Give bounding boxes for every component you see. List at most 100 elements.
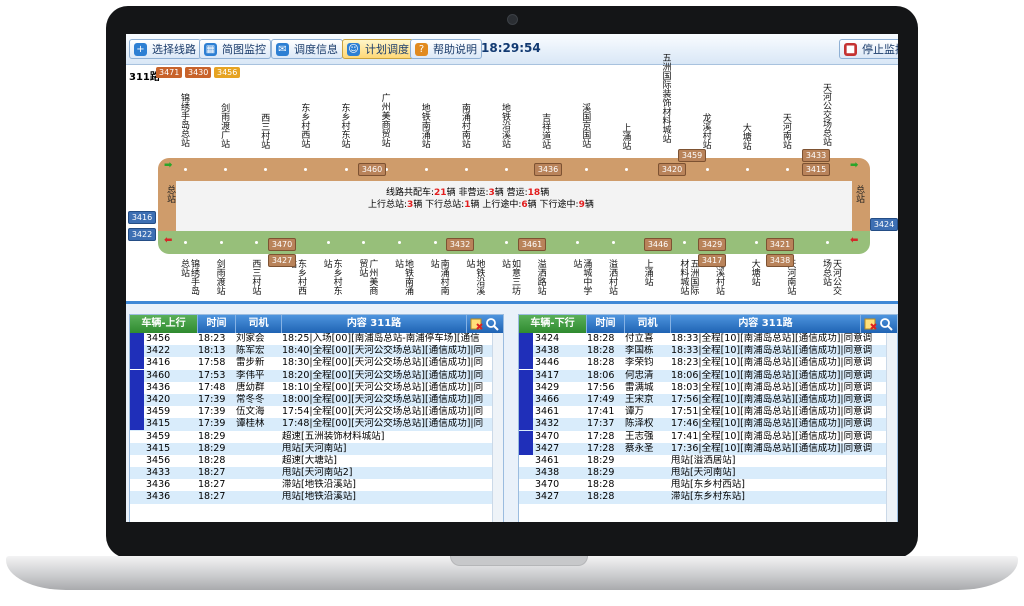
station-label[interactable]: 上涌站 (620, 123, 630, 150)
table-row[interactable]: 3461 18:29 甩站[溢洒居站] (519, 455, 887, 467)
bus-marker[interactable]: 3460 (358, 163, 386, 176)
bus-marker-terminal[interactable]: 3424 (870, 218, 898, 231)
station-label[interactable]: 地铁沿溪站 (464, 259, 484, 301)
bus-marker[interactable]: 3429 (698, 238, 726, 251)
table-row[interactable]: 3470 17:28 王志强 17:41|全程[10][南浦岛总站][通信成功]|同意… (519, 430, 887, 443)
stop-monitor-button[interactable]: ■ 停止监控 (839, 39, 898, 59)
col-bus[interactable]: 车辆-上行 (130, 315, 198, 333)
station-label[interactable]: 地铁沿溪站 (500, 103, 510, 148)
station-label[interactable]: 大塘站 (750, 259, 760, 286)
bus-marker[interactable]: 3470 (268, 238, 296, 251)
bus-marker[interactable]: 3438 (766, 254, 794, 267)
table-row[interactable]: 3433 18:27 甩站[天河南站2] (130, 467, 493, 480)
downline-scrollbar[interactable] (886, 333, 897, 522)
table-row[interactable]: 3417 18:06 何忠清 18:06|全程[10][南浦岛总站][通信成功]|同意… (519, 369, 887, 382)
bus-marker[interactable]: 3459 (678, 149, 706, 162)
table-row[interactable]: 3456 18:28 超速[大塘站] (130, 455, 493, 467)
station-label[interactable]: 溪国京国站 (580, 103, 590, 148)
bus-marker[interactable]: 3461 (518, 238, 546, 251)
plan-dispatch-button[interactable]: ☺ 计划调度 (342, 39, 414, 59)
table-row[interactable]: 3420 17:39 常冬冬 18:00|全程[00][天河公交场总站][通信成功]|… (130, 393, 493, 407)
station-label[interactable]: 广州美商贸站 (357, 259, 377, 301)
station-label[interactable]: 大塘站 (741, 123, 751, 150)
bus-marker[interactable]: 3433 (802, 149, 830, 162)
table-row[interactable]: 3432 17:37 陈泽权 17:46|全程[10][南浦岛总站][通信成功]|同意… (519, 418, 887, 431)
table-row[interactable]: 3470 18:28 甩站[东乡村西站] (519, 479, 887, 491)
station-label[interactable]: 东乡村西站 (299, 103, 309, 148)
upline-scrollbar[interactable] (492, 333, 503, 522)
bus-marker[interactable]: 3415 (802, 163, 830, 176)
station-label[interactable]: 锦绣手岛总站 (179, 93, 189, 147)
bus-marker[interactable]: 3427 (268, 254, 296, 267)
col-driver-down[interactable]: 司机 (625, 315, 671, 333)
station-label[interactable]: 龙溪村站 (701, 113, 711, 149)
legend-chip[interactable]: 3471 (156, 67, 183, 78)
station-label[interactable]: 南涌村南站 (429, 259, 449, 301)
station-label[interactable]: 天河公交场总站 (821, 83, 831, 146)
station-label[interactable]: 锦绣手岛总站 (179, 259, 199, 301)
table-row[interactable]: 3429 17:56 雷满城 18:03|全程[10][南浦岛总站][通信成功]|同意… (519, 381, 887, 394)
station-label[interactable]: 吉祥道站 (540, 113, 550, 149)
station-label[interactable]: 广州美商贸站 (380, 93, 390, 147)
bus-marker[interactable]: 3446 (644, 238, 672, 251)
table-row[interactable]: 3459 17:39 伍文海 17:54|全程[00][天河公交场总站][通信成功]|… (130, 406, 493, 419)
station-label[interactable]: 剑雨渡站 (215, 259, 225, 295)
station-label[interactable]: 南涌村南站 (460, 103, 470, 148)
table-row[interactable]: 3415 18:29 甩站[天河南站] (130, 442, 493, 455)
table-row[interactable]: 3415 17:39 谭桂林 17:48|全程[00][天河公交场总站][通信成功]|… (130, 418, 493, 431)
station-label[interactable]: 天河南站 (781, 113, 791, 149)
table-row[interactable]: 3424 18:28 付立喜 18:33|全程[10][南浦岛总站][通信成功]|同意… (519, 333, 887, 345)
col-time[interactable]: 时间 (198, 315, 236, 333)
table-row[interactable]: 3436 17:48 唐幼群 18:10|全程[00][天河公交场总站][通信成功]|… (130, 381, 493, 394)
station-label[interactable]: 溢洒路站 (536, 259, 546, 295)
col-content[interactable]: 内容 311路 (282, 315, 467, 333)
bus-marker[interactable]: 3436 (534, 163, 562, 176)
legend-chip[interactable]: 3456 (214, 67, 241, 78)
splitter-bar[interactable] (126, 301, 898, 304)
station-label[interactable]: 五洲国际装饰材料城站 (661, 53, 671, 143)
col-bus-down[interactable]: 车辆-下行 (519, 315, 587, 333)
station-label[interactable]: 地铁南涌站 (393, 259, 413, 301)
bus-marker-terminal[interactable]: 3422 (128, 228, 156, 241)
col-time-down[interactable]: 时间 (587, 315, 625, 333)
station-label[interactable]: 五洲国际材料城站 (678, 259, 698, 301)
table-row[interactable]: 3446 18:28 李荣钧 18:23|全程[10][南浦岛总站][通信成功]|同意… (519, 357, 887, 370)
map-monitor-button[interactable]: ▦ 简图监控 (199, 39, 271, 59)
clear-search-down-icon[interactable] (862, 316, 896, 332)
table-row[interactable]: 3416 17:58 雷步新 18:30|全程[00][天河公交场总站][通信成功]|… (130, 357, 493, 370)
station-label[interactable]: 剑雨渡广站 (219, 103, 229, 148)
table-row[interactable]: 3427 18:28 滞站[东乡村东站] (519, 491, 887, 504)
bus-marker[interactable]: 3420 (658, 163, 686, 176)
station-label[interactable]: 地铁南涌站 (420, 103, 430, 148)
table-row[interactable]: 3436 18:27 滞站[地铁沿溪站] (130, 479, 493, 491)
station-label[interactable]: 涌城中学站 (571, 259, 591, 301)
bus-marker-terminal[interactable]: 3416 (128, 211, 156, 224)
table-row[interactable]: 3438 18:28 李国栋 18:33|全程[10][南浦岛总站][通信成功]|同意… (519, 345, 887, 358)
select-route-button[interactable]: + 选择线路 (129, 39, 201, 59)
col-driver[interactable]: 司机 (236, 315, 282, 333)
col-content-down[interactable]: 内容 311路 (671, 315, 861, 333)
table-row[interactable]: 3438 18:29 甩站[天河南站] (519, 467, 887, 480)
station-label[interactable]: 西三村站 (259, 113, 269, 149)
dispatch-info-button[interactable]: ✉ 调度信息 (271, 39, 343, 59)
table-row[interactable]: 3427 17:28 蔡永圣 17:36|全程[10][南浦岛总站][通信成功]|同意… (519, 442, 887, 455)
table-row[interactable]: 3459 18:29 超速[五洲装饰材料城站] (130, 431, 493, 443)
station-label[interactable]: 溢洒村站 (607, 259, 617, 295)
station-label[interactable]: 东乡村东站 (322, 259, 342, 301)
station-label[interactable]: 天河公交场总站 (821, 259, 841, 301)
station-label[interactable]: 上涌站 (643, 259, 653, 286)
table-row[interactable]: 3461 17:41 谭万 17:51|全程[10][南浦岛总站][通信成功]|同意调 (519, 406, 887, 419)
table-row[interactable]: 3460 17:53 李伟平 18:20|全程[00][天河公交场总站][通信成功]|… (130, 369, 493, 382)
bus-marker[interactable]: 3421 (766, 238, 794, 251)
table-row[interactable]: 3466 17:49 王宋京 17:56|全程[10][南浦岛总站][通信成功]|同意… (519, 393, 887, 407)
table-row[interactable]: 3456 18:23 刘家会 18:25|入场[00][南浦岛总站-南浦停车场][通信 (130, 333, 493, 345)
station-label[interactable]: 西三村站 (250, 259, 260, 295)
legend-chip[interactable]: 3430 (185, 67, 212, 78)
bus-marker[interactable]: 3432 (446, 238, 474, 251)
station-label[interactable]: 东乡村东站 (340, 103, 350, 148)
bus-marker[interactable]: 3417 (698, 254, 726, 267)
table-row[interactable]: 3422 18:13 陈军宏 18:40|全程[00][天河公交场总站][通信成功]|… (130, 345, 493, 358)
help-button[interactable]: ? 帮助说明 (410, 39, 482, 59)
table-row[interactable]: 3436 18:27 甩站[地铁沿溪站] (130, 491, 493, 504)
clear-search-icon[interactable] (468, 316, 502, 332)
